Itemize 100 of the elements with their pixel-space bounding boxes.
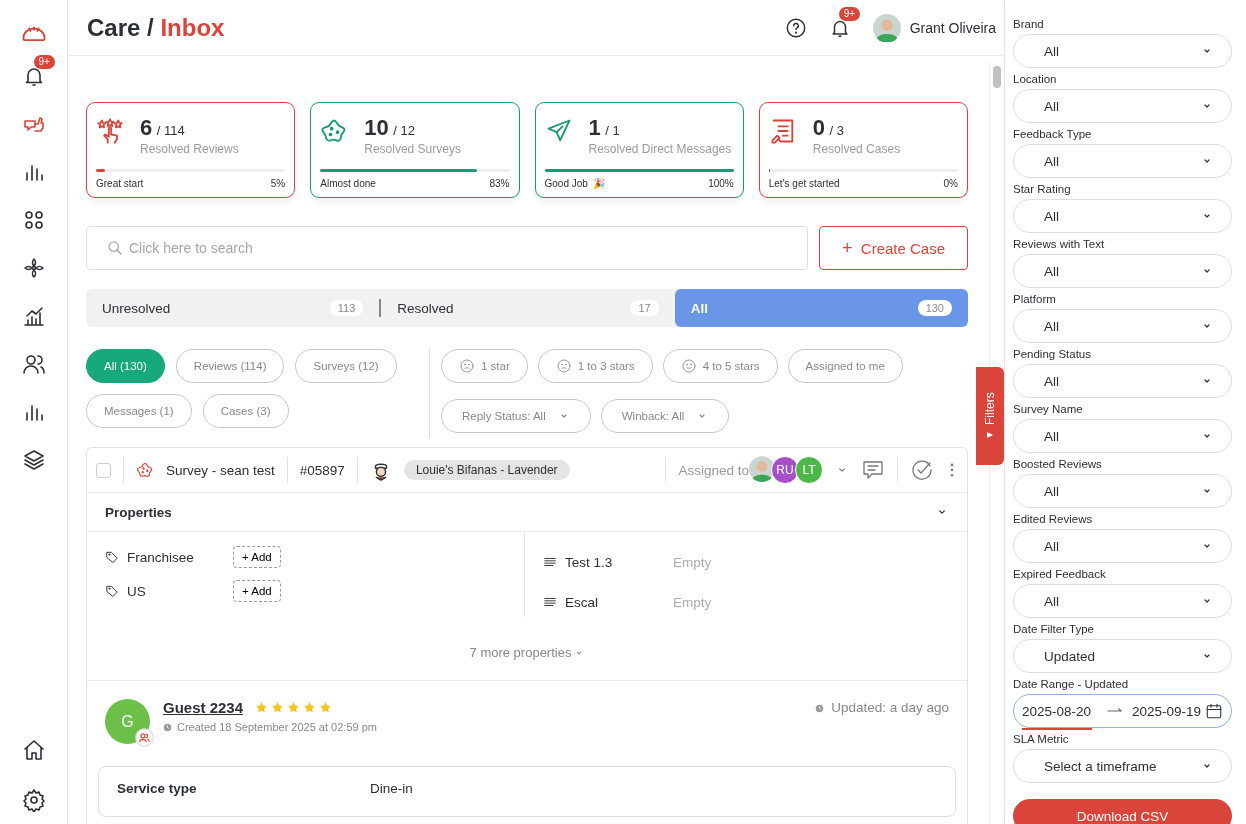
triangle-icon	[986, 431, 994, 440]
add-button[interactable]: + Add	[233, 580, 281, 602]
clock-icon	[163, 722, 172, 732]
filter-label: Edited Reviews	[1013, 512, 1094, 527]
created-date: Created 18 September 2025 at 02:59 pm	[177, 721, 377, 733]
stat-total: / 1	[605, 123, 620, 138]
filter-select[interactable]: All	[1013, 419, 1232, 453]
stat-total: / 3	[829, 123, 844, 138]
assignee-avatar[interactable]: RU	[771, 456, 799, 484]
detail-value: Dine-in	[370, 781, 413, 796]
detail-label: Service type	[117, 781, 198, 796]
status-tab[interactable]: Resolved 17	[381, 289, 675, 327]
stat-status: Let's get started	[768, 178, 840, 189]
clock-icon	[815, 704, 825, 713]
user-name[interactable]: Grant Oliveira	[909, 19, 996, 36]
survey-icon	[136, 461, 154, 479]
status-tab[interactable]: Unresolved 113	[86, 289, 380, 327]
filter-select[interactable]: All	[1013, 254, 1232, 288]
case-number: #05897	[299, 462, 345, 478]
smiley-icon	[680, 358, 697, 374]
stat-status: Great start	[96, 178, 144, 189]
calendar-icon[interactable]	[1205, 702, 1223, 720]
property-label: US	[127, 583, 147, 599]
stat-percent: 0%	[943, 178, 958, 189]
tab-count: 17	[630, 300, 659, 316]
type-chip[interactable]: Reviews (114)	[175, 349, 285, 383]
filter-select[interactable]: Select a timeframe	[1013, 749, 1232, 783]
nav-icon[interactable]	[21, 738, 46, 762]
breadcrumb-separator: /	[147, 13, 154, 41]
property-label: Test 1.3	[565, 554, 614, 570]
stat-label: Resolved Surveys	[364, 142, 461, 156]
nav-icon[interactable]	[21, 448, 46, 472]
help-icon[interactable]	[784, 16, 807, 39]
date-range-field[interactable]: 2025-08-20 2025-09-19	[1013, 694, 1232, 728]
type-chip[interactable]: Cases (3)	[202, 394, 289, 428]
filter-select[interactable]: All	[1013, 34, 1232, 68]
scrollbar-thumb[interactable]	[993, 66, 1001, 88]
stat-value: 0	[812, 115, 825, 140]
case-title[interactable]: Survey - sean test	[166, 462, 275, 478]
nav-icon[interactable]	[21, 304, 46, 328]
property-label: Franchisee	[127, 549, 195, 565]
filter-select[interactable]: All	[1013, 144, 1232, 178]
assigned-label: Assigned to	[678, 462, 749, 478]
filter-select[interactable]: All	[1013, 309, 1232, 343]
filter-select[interactable]: All	[1013, 364, 1232, 398]
filter-chip[interactable]: 4 to 5 stars	[662, 349, 778, 383]
status-tab[interactable]: All 130	[674, 289, 968, 327]
add-button[interactable]: + Add	[233, 546, 281, 568]
group-icon	[135, 728, 154, 747]
filter-select[interactable]: All	[1013, 529, 1232, 563]
location-tag: Louie's Bifanas - Lavender	[403, 460, 570, 480]
page-title: Inbox	[160, 13, 225, 41]
stat-value: 1	[588, 115, 601, 140]
stat-icon	[96, 117, 124, 145]
tab-count: 113	[329, 300, 364, 316]
search-icon	[107, 240, 123, 256]
stat-total: / 114	[156, 123, 185, 138]
nav-icon[interactable]	[21, 352, 46, 376]
property-label: Escal	[565, 594, 599, 610]
nav-icon[interactable]	[21, 256, 46, 280]
filter-label: Star Rating	[1013, 182, 1072, 197]
create-case-button[interactable]: + Create Case	[819, 226, 968, 270]
stat-percent: 83%	[489, 178, 510, 189]
checkbox[interactable]	[96, 462, 111, 478]
type-chip[interactable]: Messages (1)	[86, 394, 192, 428]
filter-chip[interactable]: Winback: All	[600, 399, 730, 433]
stat-status: Almost done	[320, 178, 376, 189]
filter-select[interactable]: All	[1013, 584, 1232, 618]
filter-chip[interactable]: 1 to 3 stars	[537, 349, 653, 383]
filter-label: Expired Feedback	[1013, 567, 1107, 582]
filter-select[interactable]: Updated	[1013, 639, 1232, 673]
filter-label: Location	[1013, 72, 1058, 87]
check-circle-icon[interactable]	[910, 458, 934, 482]
filter-chip[interactable]: Assigned to me	[787, 349, 903, 383]
nav-icon[interactable]	[21, 788, 46, 812]
updated-time: Updated: a day ago	[831, 700, 949, 715]
filter-select[interactable]: All	[1013, 89, 1232, 123]
filter-select[interactable]: All	[1013, 474, 1232, 508]
stat-percent: 5%	[270, 178, 286, 189]
filter-label: Brand	[1013, 17, 1045, 32]
search-field[interactable]: Click here to search	[86, 226, 808, 270]
assignee-avatar[interactable]	[749, 456, 775, 482]
type-chip[interactable]: Surveys (12)	[295, 349, 397, 383]
filter-label: Boosted Reviews	[1013, 457, 1103, 472]
breadcrumb-section[interactable]: Care	[87, 13, 141, 41]
tag-icon	[105, 550, 119, 564]
more-properties-link[interactable]: 7 more properties	[463, 644, 591, 661]
filter-chip[interactable]: 1 star	[441, 349, 528, 383]
stat-label: Resolved Direct Messages	[588, 142, 732, 156]
filters-tab[interactable]: Filters	[976, 367, 1004, 465]
reviewer-name[interactable]: Guest 2234	[163, 699, 244, 716]
filter-chip[interactable]: Reply Status: All	[441, 399, 591, 433]
stat-value: 6	[140, 115, 153, 140]
download-csv-button[interactable]: Download CSV	[1013, 799, 1232, 824]
stat-total: / 12	[393, 123, 415, 138]
user-avatar[interactable]	[872, 13, 901, 42]
sad-face-icon	[555, 358, 572, 374]
more-icon[interactable]	[950, 463, 954, 477]
filter-label: Survey Name	[1013, 402, 1084, 417]
filter-select[interactable]: All	[1013, 199, 1232, 233]
